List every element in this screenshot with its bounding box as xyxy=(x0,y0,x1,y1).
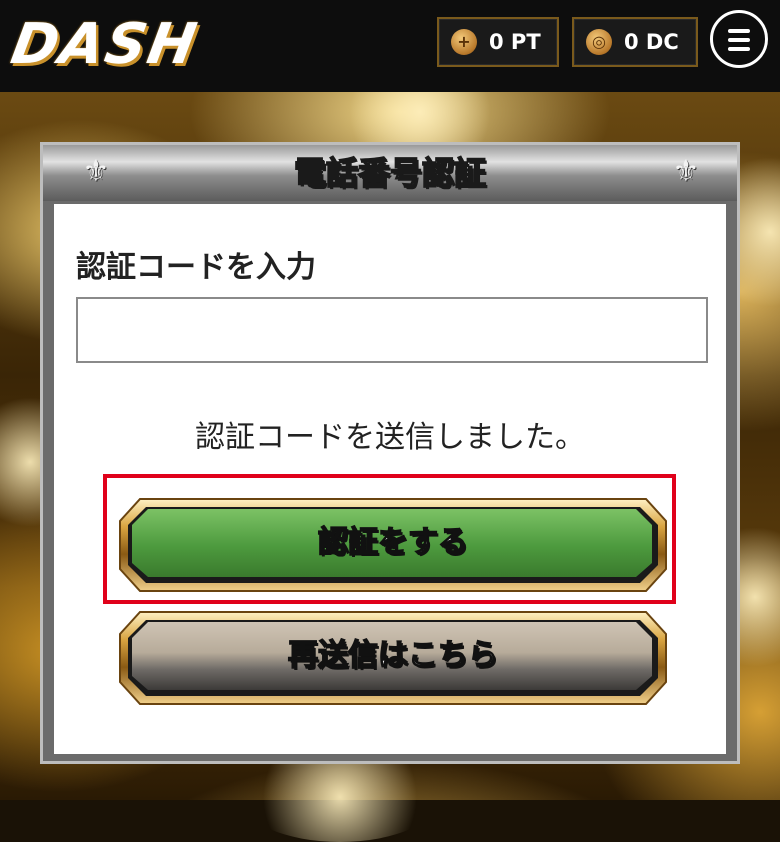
coins-display[interactable]: ◎ 0 DC xyxy=(572,17,698,67)
phone-verification-dialog: ⚜ ⚜ 電話番号認証 認証コードを入力 認証コードを送信しました。 認証をする … xyxy=(40,142,740,764)
dc-coin-icon: ◎ xyxy=(586,29,612,55)
resend-button-label: 再送信はこちら xyxy=(287,637,499,674)
dialog-title: 電話番号認証 xyxy=(293,153,487,193)
points-display[interactable]: + 0 PT xyxy=(437,17,559,67)
verification-code-input[interactable] xyxy=(76,297,708,363)
hamburger-menu-icon xyxy=(728,29,750,33)
resend-button[interactable]: 再送信はこちら xyxy=(118,610,668,706)
coins-value: 0 DC xyxy=(624,30,679,54)
pt-coin-icon: + xyxy=(451,29,477,55)
verify-button-highlight xyxy=(103,474,676,604)
points-value: 0 PT xyxy=(489,30,541,54)
hamburger-menu-button[interactable] xyxy=(710,10,768,68)
code-label: 認証コードを入力 xyxy=(76,250,316,285)
hamburger-line xyxy=(728,47,750,51)
code-sent-message: 認証コードを送信しました。 xyxy=(195,420,585,455)
dash-logo[interactable]: DASH xyxy=(6,10,203,80)
top-header: DASH + 0 PT ◎ 0 DC xyxy=(0,0,780,92)
hamburger-line xyxy=(728,38,750,42)
